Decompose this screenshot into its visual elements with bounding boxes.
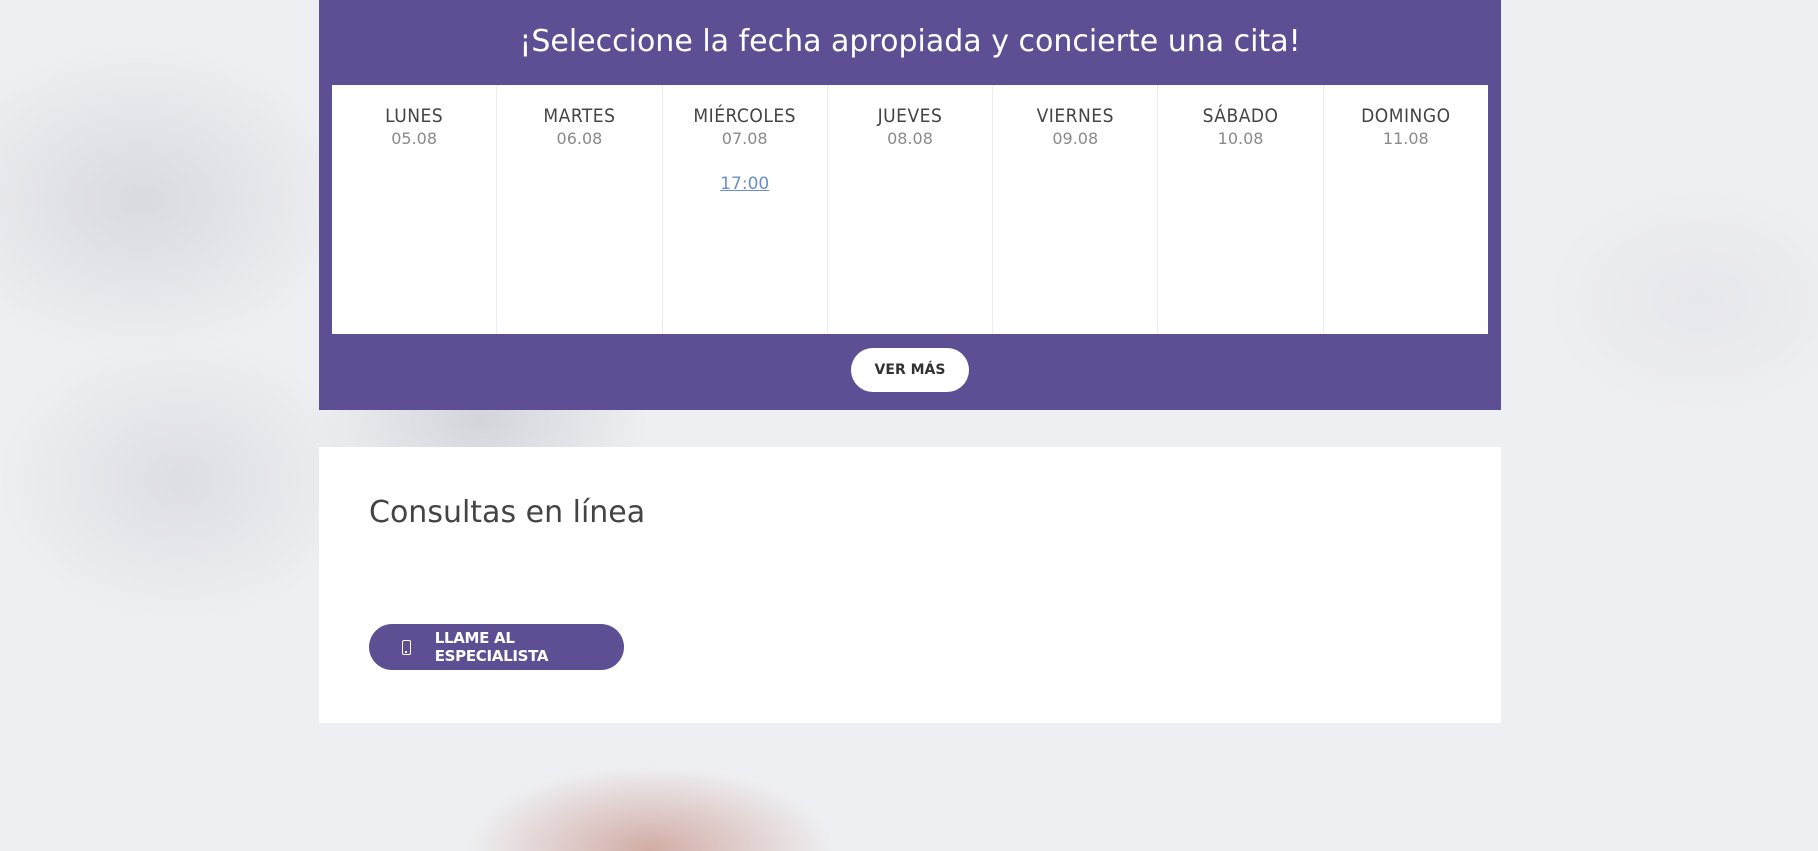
booking-title: ¡Seleccione la fecha apropiada y concier…	[519, 24, 1301, 59]
day-name: DOMINGO	[1361, 105, 1451, 127]
day-column-miercoles: MIÉRCOLES 07.08 17:00	[663, 85, 828, 334]
day-name: LUNES	[385, 105, 444, 127]
day-name: VIERNES	[1036, 105, 1114, 127]
consultations-title: Consultas en línea	[369, 495, 646, 530]
day-column-domingo: DOMINGO 11.08	[1324, 85, 1488, 334]
online-consultations-panel: Consultas en línea LLAME AL ESPECIALISTA	[319, 447, 1501, 723]
day-date: 06.08	[556, 129, 603, 148]
call-specialist-label: LLAME AL ESPECIALISTA	[434, 629, 549, 665]
day-date: 11.08	[1382, 129, 1429, 148]
days-grid: LUNES 05.08 MARTES 06.08 MIÉRCOLES 07.08…	[332, 85, 1488, 334]
see-more-button[interactable]: VER MÁS	[851, 348, 969, 392]
day-date: 10.08	[1217, 129, 1264, 148]
day-date: 05.08	[391, 129, 438, 148]
day-date: 08.08	[887, 129, 933, 148]
day-name: MARTES	[543, 105, 616, 127]
day-column-lunes: LUNES 05.08	[332, 85, 498, 334]
call-specialist-button[interactable]: LLAME AL ESPECIALISTA	[369, 624, 624, 670]
day-column-viernes: VIERNES 09.08	[993, 85, 1159, 334]
day-name: JUEVES	[877, 105, 943, 127]
day-name: MIÉRCOLES	[693, 105, 796, 127]
time-slot-link[interactable]: 17:00	[720, 174, 769, 194]
day-name: SÁBADO	[1202, 105, 1279, 127]
day-date: 09.08	[1052, 129, 1099, 148]
day-column-sabado: SÁBADO 10.08	[1158, 85, 1324, 334]
phone-icon	[402, 639, 411, 655]
day-date: 07.08	[721, 129, 768, 148]
day-column-jueves: JUEVES 08.08	[828, 85, 994, 334]
booking-panel: ¡Seleccione la fecha apropiada y concier…	[319, 0, 1501, 410]
day-column-martes: MARTES 06.08	[497, 85, 663, 334]
